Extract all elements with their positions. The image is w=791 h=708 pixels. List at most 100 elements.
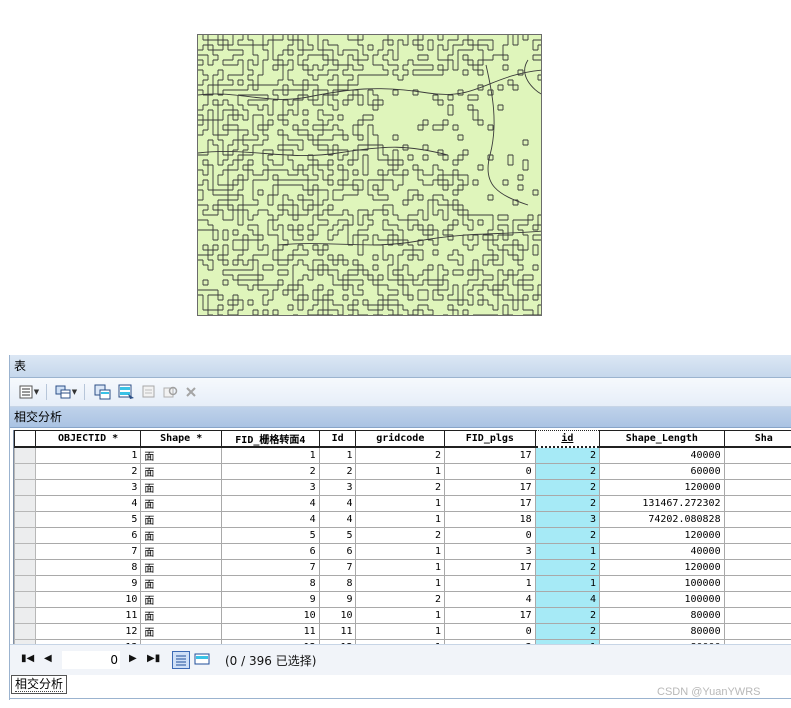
table-cell[interactable]: 100000	[599, 575, 725, 592]
table-cell[interactable]: 3	[34, 479, 142, 496]
table-cell[interactable]: 11	[34, 607, 142, 624]
table-cell[interactable]: 面	[140, 463, 222, 480]
table-cell[interactable]: 2	[318, 463, 357, 480]
table-cell[interactable]: 1	[723, 446, 791, 464]
table-cell[interactable]: 8	[34, 559, 142, 576]
table-cell[interactable]: 74202.080828	[599, 511, 725, 528]
table-cell[interactable]: 17	[444, 446, 536, 464]
table-cell[interactable]: 8	[318, 575, 357, 592]
table-cell[interactable]: 2	[34, 463, 142, 480]
table-cell[interactable]: 1	[355, 575, 446, 592]
show-selected-records-button[interactable]	[194, 651, 212, 669]
table-cell[interactable]: 面	[140, 591, 222, 608]
column-header[interactable]: Shape_Length	[599, 430, 725, 448]
table-cell[interactable]: 12	[34, 623, 142, 640]
table-row[interactable]: 10面992441000003	[14, 591, 791, 608]
table-cell[interactable]: 17	[444, 559, 536, 576]
table-cell[interactable]: 2	[534, 463, 601, 480]
table-cell[interactable]: 4	[318, 511, 357, 528]
table-cell[interactable]: 2	[723, 463, 791, 480]
table-cell[interactable]: 11	[220, 623, 320, 640]
table-cell[interactable]: 面	[140, 575, 222, 592]
table-cell[interactable]: 2	[534, 479, 601, 496]
row-selector[interactable]	[14, 543, 36, 560]
table-cell[interactable]: 1	[355, 623, 446, 640]
column-header[interactable]: Shape *	[140, 430, 222, 448]
table-cell[interactable]: 40000	[599, 446, 725, 464]
table-cell[interactable]: 4	[220, 511, 320, 528]
switch-selection-button[interactable]	[116, 383, 136, 401]
table-cell[interactable]: 2	[355, 446, 446, 464]
zoom-to-selected-button[interactable]	[161, 383, 179, 401]
table-cell[interactable]: 5	[318, 527, 357, 544]
table-cell[interactable]: 8	[723, 495, 791, 512]
table-cell[interactable]: 120000	[599, 479, 725, 496]
table-cell[interactable]: 9	[34, 575, 142, 592]
row-selector[interactable]	[14, 479, 36, 496]
table-cell[interactable]: 9	[318, 591, 357, 608]
table-cell[interactable]: 3	[723, 623, 791, 640]
row-selector[interactable]	[14, 591, 36, 608]
table-row[interactable]: 12面1111102800003	[14, 623, 791, 640]
map-view[interactable]	[197, 34, 542, 316]
next-record-button[interactable]: ▶	[129, 653, 137, 664]
table-cell[interactable]: 4	[318, 495, 357, 512]
column-header[interactable]: gridcode	[355, 430, 446, 448]
table-cell[interactable]: 0	[444, 527, 536, 544]
table-cell[interactable]: 1	[220, 446, 320, 464]
table-cell[interactable]: 2	[723, 511, 791, 528]
table-cell[interactable]: 6	[723, 479, 791, 496]
table-cell[interactable]: 6	[34, 527, 142, 544]
table-cell[interactable]: 3	[220, 479, 320, 496]
current-record-field[interactable]: 0	[62, 651, 120, 669]
table-cell[interactable]: 4	[444, 591, 536, 608]
previous-record-button[interactable]: ◀	[44, 653, 52, 664]
last-record-button[interactable]: ▶▮	[147, 653, 160, 664]
table-cell[interactable]: 6	[723, 527, 791, 544]
table-cell[interactable]: 80000	[599, 607, 725, 624]
table-cell[interactable]: 1	[34, 446, 142, 464]
column-header[interactable]: FID_plgs	[444, 430, 536, 448]
table-options-button[interactable]: ▼	[16, 383, 42, 401]
row-selector[interactable]	[14, 463, 36, 480]
table-cell[interactable]: 17	[444, 479, 536, 496]
row-selector[interactable]	[14, 559, 36, 576]
table-cell[interactable]: 0	[444, 623, 536, 640]
table-cell[interactable]: 10	[318, 607, 357, 624]
table-cell[interactable]: 120000	[599, 527, 725, 544]
table-cell[interactable]: 7	[220, 559, 320, 576]
table-cell[interactable]: 10	[34, 591, 142, 608]
table-cell[interactable]: 7	[318, 559, 357, 576]
first-record-button[interactable]: ▮◀	[21, 653, 34, 664]
table-cell[interactable]: 0	[444, 463, 536, 480]
table-cell[interactable]: 1	[444, 575, 536, 592]
table-row[interactable]: 9面881111000004	[14, 575, 791, 592]
row-selector[interactable]	[14, 527, 36, 544]
table-cell[interactable]: 11	[318, 623, 357, 640]
row-selector[interactable]	[14, 495, 36, 512]
table-cell[interactable]: 面	[140, 543, 222, 560]
table-cell[interactable]: 面	[140, 559, 222, 576]
table-cell[interactable]: 2	[355, 479, 446, 496]
row-selector[interactable]	[14, 446, 36, 464]
column-header[interactable]: id	[534, 430, 601, 448]
row-selector[interactable]	[14, 607, 36, 624]
table-cell[interactable]: 面	[140, 607, 222, 624]
show-all-records-button[interactable]	[172, 651, 190, 669]
table-row[interactable]: 2面22102600002	[14, 463, 791, 480]
table-cell[interactable]: 面	[140, 511, 222, 528]
column-header[interactable]: OBJECTID *	[34, 430, 142, 448]
table-cell[interactable]: 60000	[599, 463, 725, 480]
table-row[interactable]: 5面44118374202.0808282	[14, 511, 791, 528]
table-cell[interactable]: 40000	[599, 543, 725, 560]
table-cell[interactable]: 2	[534, 527, 601, 544]
column-header[interactable]: Id	[318, 430, 357, 448]
related-tables-button[interactable]: ▼	[52, 383, 80, 401]
table-cell[interactable]: 面	[140, 446, 222, 464]
column-header[interactable]: FID_栅格转面4	[220, 430, 320, 448]
table-cell[interactable]: 2	[355, 591, 446, 608]
table-cell[interactable]: 3	[444, 543, 536, 560]
table-cell[interactable]: 2	[534, 623, 601, 640]
table-cell[interactable]: 面	[140, 527, 222, 544]
table-tab-intersect[interactable]: 相交分析	[11, 675, 68, 694]
